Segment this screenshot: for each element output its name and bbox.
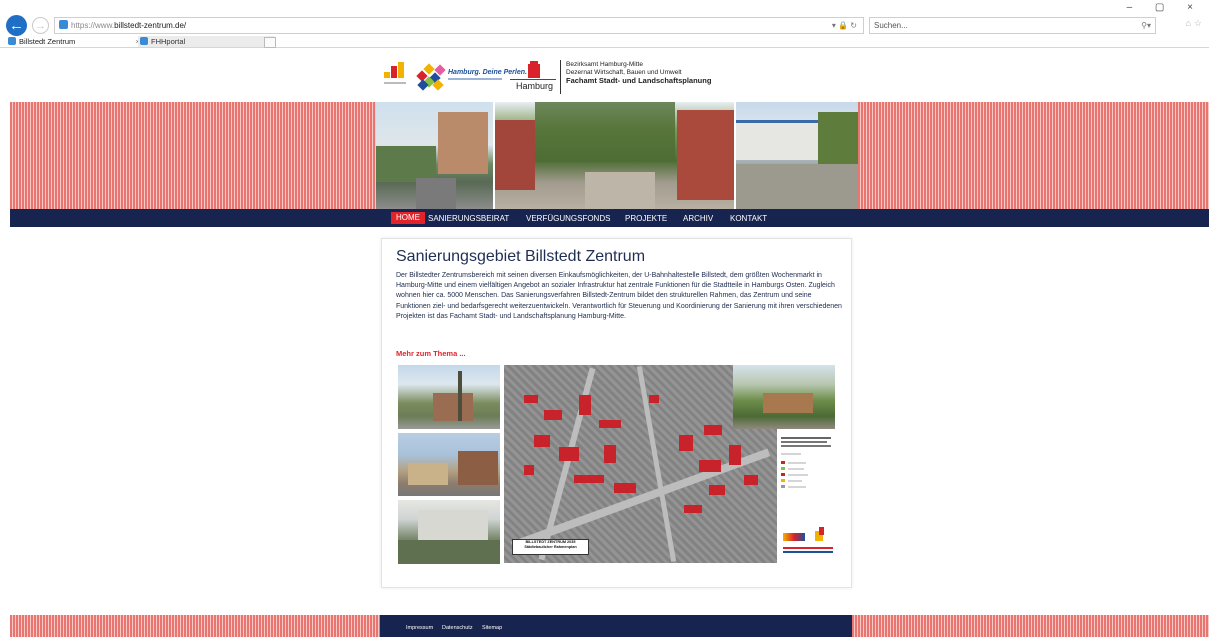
- star-icon[interactable]: ☆: [1194, 18, 1205, 28]
- browser-chrome: ← → https://www.billstedt-zentrum.de/ ▾ …: [0, 0, 1209, 48]
- site-footer: Impressum Datenschutz Sitemap: [380, 615, 852, 637]
- tab-label: Billstedt Zentrum: [19, 37, 76, 46]
- hero-photo-street: [376, 102, 493, 209]
- hamburg-wordmark: Hamburg: [516, 81, 554, 91]
- new-tab-button[interactable]: [264, 37, 276, 48]
- footer-impressum[interactable]: Impressum: [406, 625, 433, 631]
- authority-line-1: Bezirksamt Hamburg-Mitte: [566, 61, 643, 68]
- search-placeholder: Suchen...: [874, 21, 908, 30]
- authority-block: Bezirksamt Hamburg-Mitte Dezernat Wirtsc…: [566, 61, 711, 86]
- map-legend: [779, 433, 837, 563]
- tab-favicon-icon: [8, 37, 16, 45]
- site-favicon-icon: [59, 20, 68, 29]
- photo-residential-trees[interactable]: [398, 365, 500, 429]
- address-tools: ▾ 🔒 ↻: [832, 18, 857, 33]
- tab-favicon-icon: [140, 37, 148, 45]
- url-scheme: https://www.: [71, 21, 115, 30]
- nav-home[interactable]: HOME: [391, 212, 425, 224]
- nav-projekte[interactable]: PROJEKTE: [625, 213, 667, 224]
- intro-text: Der Billstedter Zentrumsbereich mit sein…: [396, 272, 842, 320]
- tab-fhhportal[interactable]: FHHportal: [138, 36, 275, 47]
- nav-verfuegungsfonds[interactable]: VERFÜGUNGSFONDS: [526, 213, 610, 224]
- map-label-box: BILLSTEDT ZENTRUM 2035 Städtebaulicher R…: [512, 539, 589, 555]
- hamburg-logo: Hamburg: [510, 61, 556, 94]
- refresh-icon[interactable]: ↻: [850, 21, 857, 30]
- hero-banner: [376, 102, 858, 209]
- main-navigation: HOME SANIERUNGSBEIRAT VERFÜGUNGSFONDS PR…: [10, 209, 1209, 227]
- toolbar-icons: ⌂☆: [1185, 18, 1205, 29]
- billstedt-logo[interactable]: [384, 60, 406, 90]
- lock-icon[interactable]: 🔒: [838, 21, 848, 30]
- tab-label: FHHportal: [151, 37, 186, 46]
- photo-aerial-view[interactable]: [733, 365, 835, 429]
- legend-hamburg-icon: [815, 527, 824, 541]
- nav-sanierungsbeirat[interactable]: SANIERUNGSBEIRAT: [428, 213, 509, 224]
- header-stripe-right: [858, 102, 1209, 209]
- home-icon[interactable]: ⌂: [1185, 18, 1193, 28]
- photo-new-housing[interactable]: [398, 500, 500, 564]
- photo-building-dusk[interactable]: [398, 433, 500, 496]
- tab-billstedt-zentrum[interactable]: Billstedt Zentrum ×: [6, 36, 140, 47]
- forward-arrow-icon[interactable]: →: [32, 17, 49, 34]
- nav-archiv[interactable]: ARCHIV: [683, 213, 713, 224]
- header-stripe-left: [10, 102, 376, 209]
- url-host: billstedt-zentrum.de/: [114, 21, 187, 30]
- more-link[interactable]: Mehr zum Thema ...: [396, 349, 466, 358]
- hero-photo-boulevard: [495, 102, 734, 209]
- address-bar[interactable]: https://www.billstedt-zentrum.de/ ▾ 🔒 ↻: [54, 17, 864, 34]
- footer-datenschutz[interactable]: Datenschutz: [442, 625, 473, 631]
- search-icon[interactable]: ⚲▾: [1141, 18, 1151, 33]
- browser-search-input[interactable]: Suchen... ⚲▾: [869, 17, 1156, 34]
- logo-divider: [560, 60, 561, 94]
- site-logo-area: Hamburg. Deine Perlen. Hamburg Bezirksam…: [378, 56, 848, 98]
- authority-line-3: Fachamt Stadt- und Landschaftsplanung: [566, 76, 712, 85]
- window-controls[interactable]: – ▢ ×: [1127, 2, 1203, 13]
- castle-icon: [528, 61, 540, 78]
- dropdown-icon[interactable]: ▾: [832, 21, 836, 30]
- content-panel: Sanierungsgebiet Billstedt Zentrum Der B…: [381, 238, 852, 588]
- hamburg-mosaic-logo: [416, 60, 450, 91]
- nav-kontakt[interactable]: KONTAKT: [730, 213, 767, 224]
- legend-logo-icon: [783, 533, 805, 541]
- slogan-underline: [448, 78, 502, 80]
- back-arrow-icon[interactable]: ←: [6, 15, 27, 36]
- footer-stripe-right: [852, 615, 1209, 637]
- map-label-subtitle: Städtebaulicher Rahmenplan: [524, 545, 577, 549]
- footer-sitemap[interactable]: Sitemap: [482, 625, 502, 631]
- footer-stripe-left: [10, 615, 380, 637]
- page-title: Sanierungsgebiet Billstedt Zentrum: [396, 248, 646, 265]
- hero-photo-plaza: [736, 102, 858, 209]
